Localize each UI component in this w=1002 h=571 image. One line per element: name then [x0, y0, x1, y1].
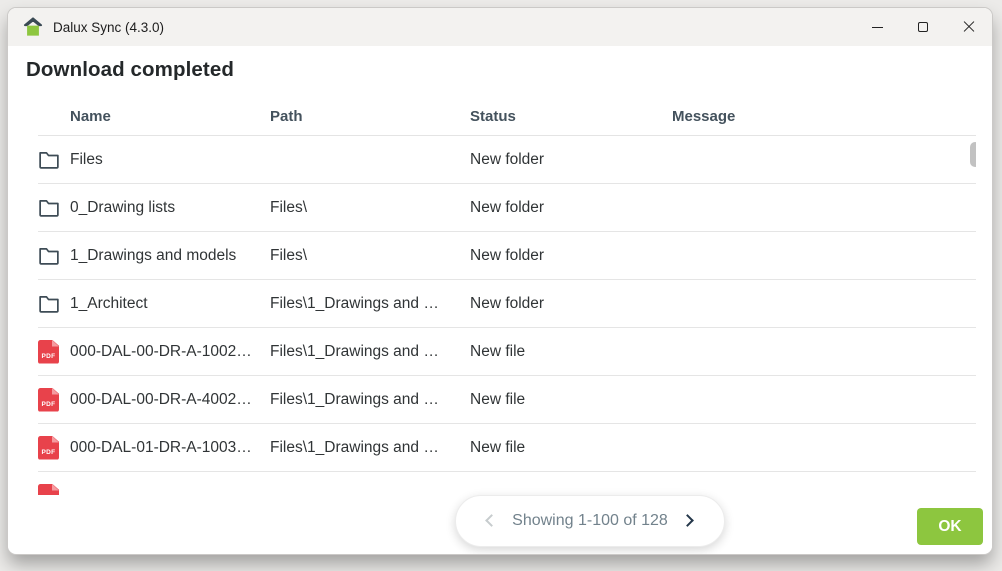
cell-status: New file [470, 390, 526, 408]
pdf-fold [51, 483, 59, 491]
folder-icon [39, 200, 59, 217]
folder-icon [39, 248, 59, 265]
dialog-window: Dalux Sync (4.3.0) Download completed Na… [8, 8, 992, 554]
scrollbar-thumb[interactable] [970, 142, 976, 167]
pdf-label: PDF [41, 400, 56, 408]
folder-icon [39, 152, 59, 169]
page-title: Download completed [26, 58, 234, 81]
window-controls [854, 8, 992, 46]
next-page-button[interactable] [680, 511, 700, 531]
pagination-label: Showing 1-100 of 128 [512, 512, 668, 529]
window-title: Dalux Sync (4.3.0) [53, 19, 165, 35]
pagination: Showing 1-100 of 128 [455, 495, 725, 547]
cell-path: Files\1_Drawings and … [270, 294, 439, 312]
cell-name: Files [70, 150, 103, 168]
cell-name: 0_Drawing lists [70, 198, 176, 216]
cell-name: 1_Architect [70, 294, 148, 312]
ok-button[interactable]: OK [917, 508, 983, 545]
cell-name: 000-DAL-00-DR-A-1002… [70, 342, 252, 360]
cell-status: New folder [470, 294, 545, 312]
chevron-right-icon [681, 514, 694, 527]
folder-icon [39, 296, 59, 313]
table-row[interactable]: PDF 0_Drawing lists Files\ New folder [38, 184, 976, 232]
table-header: Name Path Status Message [38, 98, 976, 136]
column-header-status: Status [470, 108, 516, 125]
cell-path: Files\1_Drawings and … [270, 390, 439, 408]
pdf-file-icon: PDF [38, 435, 59, 460]
cell-status: New folder [470, 246, 545, 264]
maximize-icon [918, 22, 928, 32]
pdf-label: PDF [41, 352, 56, 360]
close-icon [963, 21, 975, 33]
cell-name: 000-DAL-00-DR-A-4002… [70, 390, 252, 408]
chevron-left-icon [485, 514, 498, 527]
minimize-icon [871, 26, 883, 28]
pdf-label: PDF [41, 448, 56, 456]
cell-path: Files\ [270, 198, 308, 216]
cell-status: New folder [470, 150, 545, 168]
table-row[interactable]: PDF 000-DAL-00-DR-A-4002… Files\1_Drawin… [38, 376, 976, 424]
cell-name: 1_Drawings and models [70, 246, 237, 264]
column-header-path: Path [270, 108, 303, 125]
table-row[interactable]: PDF 000-DAL-00-DR-A-1002… Files\1_Drawin… [38, 328, 976, 376]
cell-name: 000-DAL-01-DR-A-1003… [70, 438, 252, 456]
cell-path: Files\1_Drawings and … [270, 438, 439, 456]
titlebar: Dalux Sync (4.3.0) [8, 8, 992, 46]
dalux-home-logo-icon [23, 17, 43, 36]
cell-path: Files\1_Drawings and … [270, 342, 439, 360]
table-row[interactable]: PDF [38, 472, 976, 495]
pdf-fold [51, 339, 59, 347]
table-row[interactable]: PDF 1_Architect Files\1_Drawings and … N… [38, 280, 976, 328]
column-header-message: Message [672, 108, 736, 125]
maximize-button[interactable] [900, 8, 946, 46]
close-button[interactable] [946, 8, 992, 46]
pdf-fold [51, 387, 59, 395]
cell-status: New folder [470, 198, 545, 216]
previous-page-button[interactable] [480, 511, 500, 531]
pdf-file-icon: PDF [38, 483, 59, 495]
table-row[interactable]: PDF Files New folder [38, 136, 976, 184]
table-row[interactable]: PDF 000-DAL-01-DR-A-1003… Files\1_Drawin… [38, 424, 976, 472]
table-row[interactable]: PDF 1_Drawings and models Files\ New fol… [38, 232, 976, 280]
minimize-button[interactable] [854, 8, 900, 46]
column-header-name: Name [70, 108, 111, 125]
pdf-fold [51, 435, 59, 443]
pdf-file-icon: PDF [38, 339, 59, 364]
pdf-file-icon: PDF [38, 387, 59, 412]
file-list: PDF Files New folder PDF 0_Drawing lists… [8, 136, 976, 495]
cell-path: Files\ [270, 246, 308, 264]
cell-status: New file [470, 342, 526, 360]
cell-status: New file [470, 438, 526, 456]
